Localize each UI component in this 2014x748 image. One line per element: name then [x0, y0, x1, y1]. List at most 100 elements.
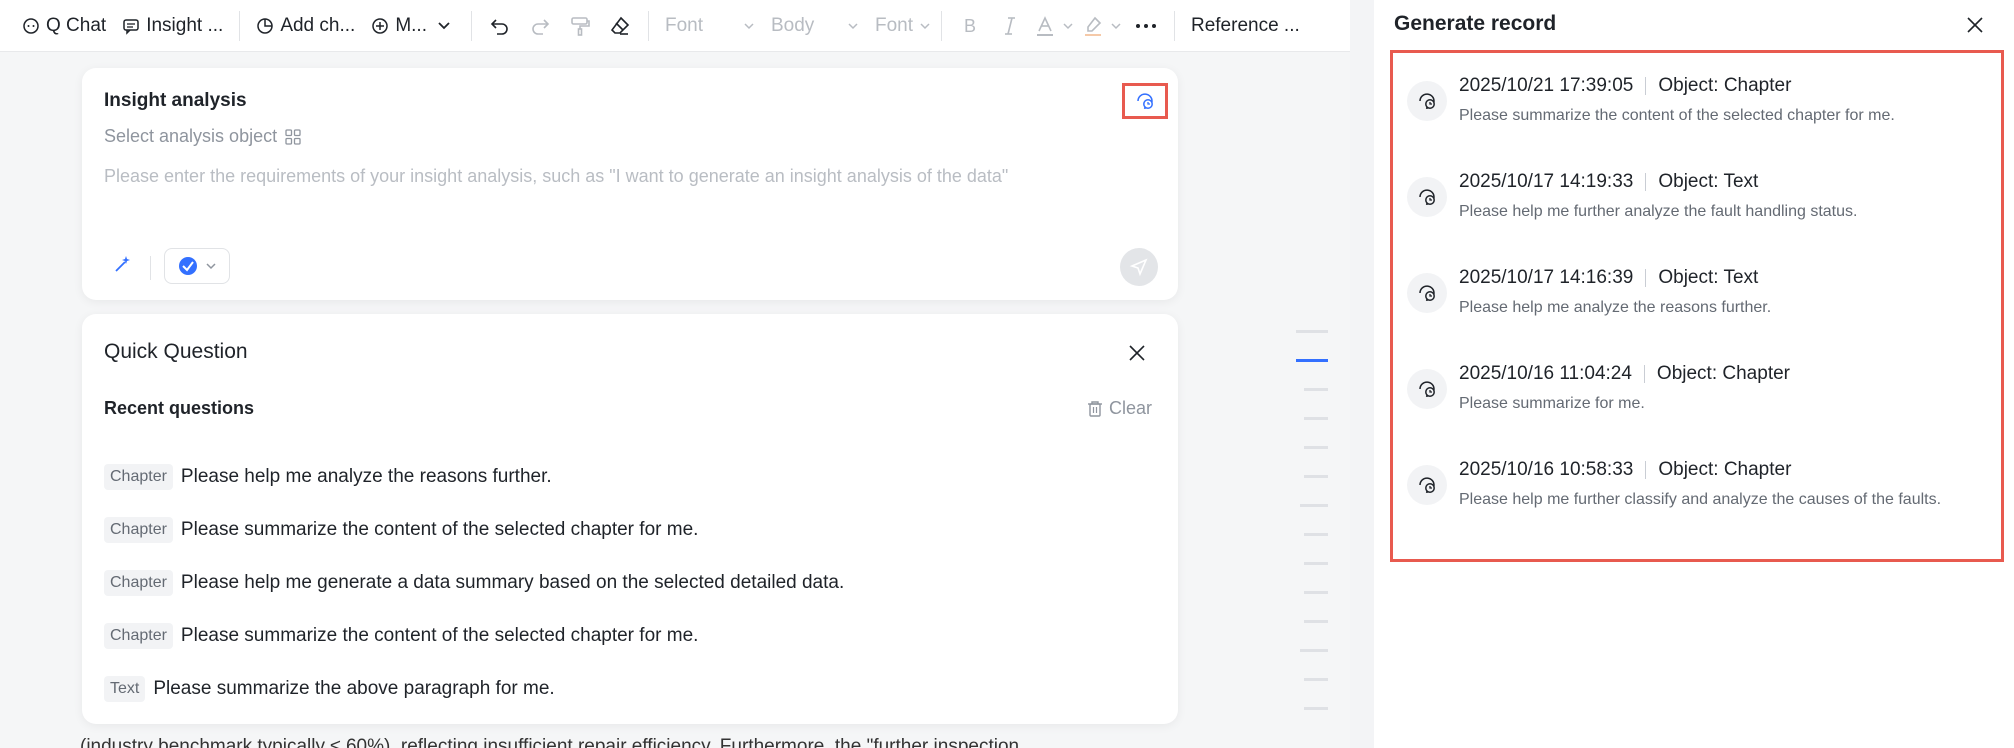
- divider: [1645, 173, 1647, 191]
- toolbar: Q Chat Insight ... Add ch... M... Font B…: [0, 0, 1350, 52]
- add-chart-button[interactable]: Add ch...: [248, 6, 363, 46]
- add-chart-label: Add ch...: [280, 14, 356, 36]
- scope-tag: Chapter: [104, 622, 173, 649]
- outline-line[interactable]: [1304, 620, 1328, 623]
- font-size-select[interactable]: Font: [867, 6, 933, 46]
- ai-optimize-button[interactable]: [112, 254, 132, 279]
- question-text: Please help me analyze the reasons furth…: [180, 465, 552, 487]
- record-object: Object: Chapter: [1658, 75, 1792, 96]
- record-description: Please summarize the content of the sele…: [1459, 107, 1895, 124]
- select-analysis-object-label: Select analysis object: [104, 126, 278, 146]
- outline-line[interactable]: [1304, 678, 1328, 681]
- insight-requirements-input[interactable]: [104, 166, 1144, 187]
- chevron-down-icon: [848, 22, 858, 29]
- bold-icon: B: [964, 16, 976, 36]
- insight-button[interactable]: Insight ...: [114, 6, 231, 46]
- close-icon: [1967, 17, 1983, 33]
- italic-button[interactable]: [990, 6, 1030, 46]
- record-description: Please help me further analyze the fault…: [1459, 203, 1858, 220]
- record-item[interactable]: 2025/10/21 17:39:05 Object: Chapter Plea…: [1407, 71, 2001, 167]
- outline-line[interactable]: [1304, 446, 1328, 449]
- question-text: Please summarize the content of the sele…: [180, 518, 699, 540]
- paragraph-style-select[interactable]: Body: [763, 6, 867, 46]
- history-icon: [1137, 93, 1153, 109]
- recent-questions-label: Recent questions: [104, 398, 255, 418]
- record-item[interactable]: 2025/10/16 10:58:33 Object: Chapter Plea…: [1407, 455, 2001, 551]
- highlighter-icon: [1084, 16, 1102, 36]
- highlight-button[interactable]: [1078, 6, 1126, 46]
- redo-button[interactable]: [520, 6, 560, 46]
- record-object: Object: Chapter: [1656, 363, 1790, 384]
- record-item[interactable]: 2025/10/17 14:16:39 Object: Text Please …: [1407, 263, 2001, 359]
- format-painter-button[interactable]: [560, 6, 600, 46]
- record-item[interactable]: 2025/10/17 14:19:33 Object: Text Please …: [1407, 167, 2001, 263]
- history-icon: [1407, 177, 1447, 217]
- italic-icon: [1004, 16, 1015, 35]
- outline-line-active[interactable]: [1296, 359, 1328, 362]
- list-item[interactable]: Chapter Please help me generate a data s…: [104, 556, 1144, 609]
- record-item[interactable]: 2025/10/16 11:04:24 Object: Chapter Plea…: [1407, 359, 2001, 455]
- outline-line[interactable]: [1300, 504, 1328, 507]
- font-color-button[interactable]: [1030, 6, 1078, 46]
- chevron-down-icon: [438, 21, 450, 29]
- bold-button[interactable]: B: [950, 6, 990, 46]
- font-color-icon: [1036, 15, 1053, 36]
- plus-circle-icon: [372, 17, 389, 34]
- list-item[interactable]: Text Please summarize the above paragrap…: [104, 662, 1144, 715]
- divider: [1645, 77, 1647, 95]
- font-family-label: Font: [664, 14, 704, 36]
- q-chat-button[interactable]: Q Chat: [14, 6, 114, 46]
- quick-question-title: Quick Question: [104, 340, 248, 363]
- divider: [1645, 269, 1647, 287]
- insight-label: Insight ...: [146, 14, 224, 36]
- outline-line[interactable]: [1304, 707, 1328, 710]
- outline-line[interactable]: [1304, 417, 1328, 420]
- grid-icon: [285, 128, 301, 145]
- eraser-icon: [610, 16, 630, 35]
- magic-wand-icon: [115, 256, 130, 272]
- question-text: Please summarize the content of the sele…: [180, 624, 699, 646]
- outline-line[interactable]: [1304, 562, 1328, 565]
- record-description: Please help me further classify and anal…: [1459, 491, 1942, 508]
- outline-line[interactable]: [1304, 591, 1328, 594]
- document-text: (industry benchmark typically ≤ 60%), re…: [80, 736, 1020, 748]
- chevron-down-icon: [744, 22, 754, 29]
- font-family-select[interactable]: Font: [657, 6, 763, 46]
- scope-tag: Chapter: [104, 516, 173, 543]
- more-dots-icon: [1135, 23, 1156, 28]
- outline-line[interactable]: [1304, 533, 1328, 536]
- undo-button[interactable]: [480, 6, 520, 46]
- toolbar-divider: [239, 10, 241, 41]
- record-time: 2025/10/17 14:16:39: [1459, 267, 1634, 288]
- list-item[interactable]: Chapter Please help me analyze the reaso…: [104, 450, 1144, 503]
- editor-area: Q Chat Insight ... Add ch... M... Font B…: [0, 0, 1350, 748]
- select-analysis-object[interactable]: Select analysis object: [104, 126, 301, 147]
- more-insert-button[interactable]: M...: [363, 6, 463, 46]
- quick-question-close-button[interactable]: [1122, 338, 1152, 368]
- record-time: 2025/10/21 17:39:05: [1459, 75, 1634, 96]
- history-icon: [1407, 81, 1447, 121]
- comment-icon: [123, 18, 139, 35]
- clear-label: Clear: [1108, 398, 1152, 418]
- panel-close-button[interactable]: [1960, 10, 1990, 40]
- scope-tag: Chapter: [104, 569, 173, 596]
- more-options-button[interactable]: [1126, 6, 1166, 46]
- record-list: 2025/10/21 17:39:05 Object: Chapter Plea…: [1390, 50, 2004, 562]
- reference-button[interactable]: Reference ...: [1183, 6, 1308, 46]
- history-icon: [1407, 273, 1447, 313]
- clear-button[interactable]: Clear: [1087, 398, 1152, 419]
- outline-line[interactable]: [1300, 649, 1328, 652]
- document-outline[interactable]: [1296, 330, 1332, 736]
- list-item[interactable]: Chapter Please summarize the content of …: [104, 609, 1144, 662]
- generate-record-panel: Generate record 2025/10/21 17:39:05 Obje…: [1374, 0, 2014, 748]
- send-button[interactable]: [1120, 248, 1158, 286]
- outline-line[interactable]: [1304, 388, 1328, 391]
- list-item[interactable]: Chapter Please summarize the content of …: [104, 503, 1144, 556]
- outline-line[interactable]: [1296, 330, 1328, 333]
- divider: [150, 256, 151, 280]
- generate-record-button[interactable]: [1122, 83, 1168, 119]
- outline-line[interactable]: [1304, 475, 1328, 478]
- insight-analysis-card: Insight analysis Select analysis object: [82, 68, 1178, 300]
- model-select[interactable]: [164, 248, 230, 284]
- clear-format-button[interactable]: [600, 6, 640, 46]
